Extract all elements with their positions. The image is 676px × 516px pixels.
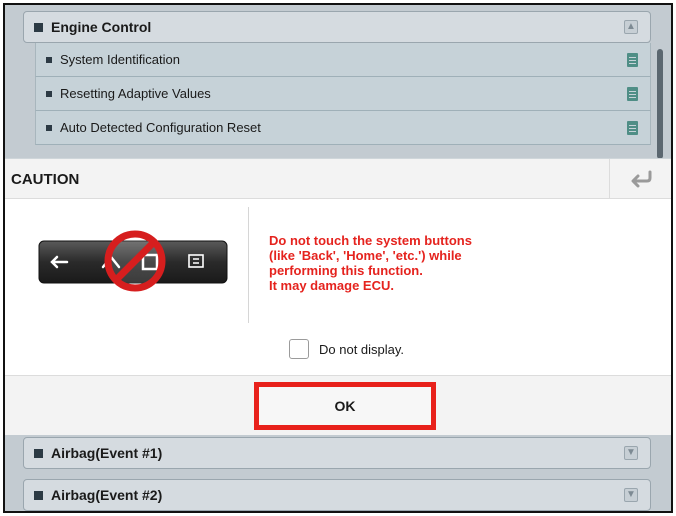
warning-line: It may damage ECU. bbox=[269, 278, 394, 293]
group-engine-control[interactable]: Engine Control ▲ bbox=[23, 11, 651, 43]
return-button[interactable] bbox=[609, 159, 671, 199]
list-item-system-identification[interactable]: System Identification bbox=[35, 43, 651, 77]
bullet-icon bbox=[46, 56, 52, 63]
bullet-icon bbox=[46, 124, 52, 131]
document-icon bbox=[627, 53, 638, 67]
bullet-icon bbox=[34, 22, 43, 32]
warning-line: (like 'Back', 'Home', 'etc.') while bbox=[269, 248, 462, 263]
do-not-display-option[interactable]: Do not display. bbox=[289, 339, 404, 359]
warning-line: Do not touch the system buttons bbox=[269, 233, 472, 248]
dialog-title: CAUTION bbox=[11, 171, 80, 188]
group-title: Engine Control bbox=[51, 19, 152, 35]
dialog-header: CAUTION bbox=[5, 159, 671, 199]
bullet-icon bbox=[34, 490, 43, 500]
list-item-label: System Identification bbox=[60, 52, 180, 67]
app-frame: Engine Control ▲ System Identification R… bbox=[3, 3, 673, 513]
ok-button[interactable]: OK bbox=[254, 382, 436, 430]
group-airbag-event-1[interactable]: Airbag(Event #1) ▼ bbox=[23, 437, 651, 469]
document-icon bbox=[627, 121, 638, 135]
expand-icon[interactable]: ▼ bbox=[624, 446, 638, 460]
list-item-label: Auto Detected Configuration Reset bbox=[60, 120, 261, 135]
scrollbar[interactable] bbox=[657, 49, 663, 159]
document-icon bbox=[627, 87, 638, 101]
no-system-buttons-icon bbox=[38, 230, 228, 292]
group-airbag-event-2[interactable]: Airbag(Event #2) ▼ bbox=[23, 479, 651, 511]
dialog-divider bbox=[248, 207, 249, 323]
bullet-icon bbox=[34, 448, 43, 458]
list-item-resetting-adaptive-values[interactable]: Resetting Adaptive Values bbox=[35, 77, 651, 111]
do-not-display-checkbox[interactable] bbox=[289, 339, 309, 359]
bullet-icon bbox=[46, 90, 52, 97]
return-arrow-icon bbox=[631, 170, 651, 188]
caution-dialog: CAUTION Do not touch the system buttons … bbox=[5, 158, 671, 435]
list-item-label: Resetting Adaptive Values bbox=[60, 86, 211, 101]
checkbox-label: Do not display. bbox=[319, 341, 405, 357]
warning-line: performing this function. bbox=[269, 263, 423, 278]
dialog-footer: OK bbox=[5, 375, 671, 435]
list-item-auto-detected-configuration-reset[interactable]: Auto Detected Configuration Reset bbox=[35, 111, 651, 145]
group-title: Airbag(Event #1) bbox=[51, 445, 163, 461]
group-title: Airbag(Event #2) bbox=[51, 487, 163, 503]
collapse-icon[interactable]: ▲ bbox=[624, 20, 638, 34]
warning-message: Do not touch the system buttons (like 'B… bbox=[269, 233, 659, 293]
expand-icon[interactable]: ▼ bbox=[624, 488, 638, 502]
